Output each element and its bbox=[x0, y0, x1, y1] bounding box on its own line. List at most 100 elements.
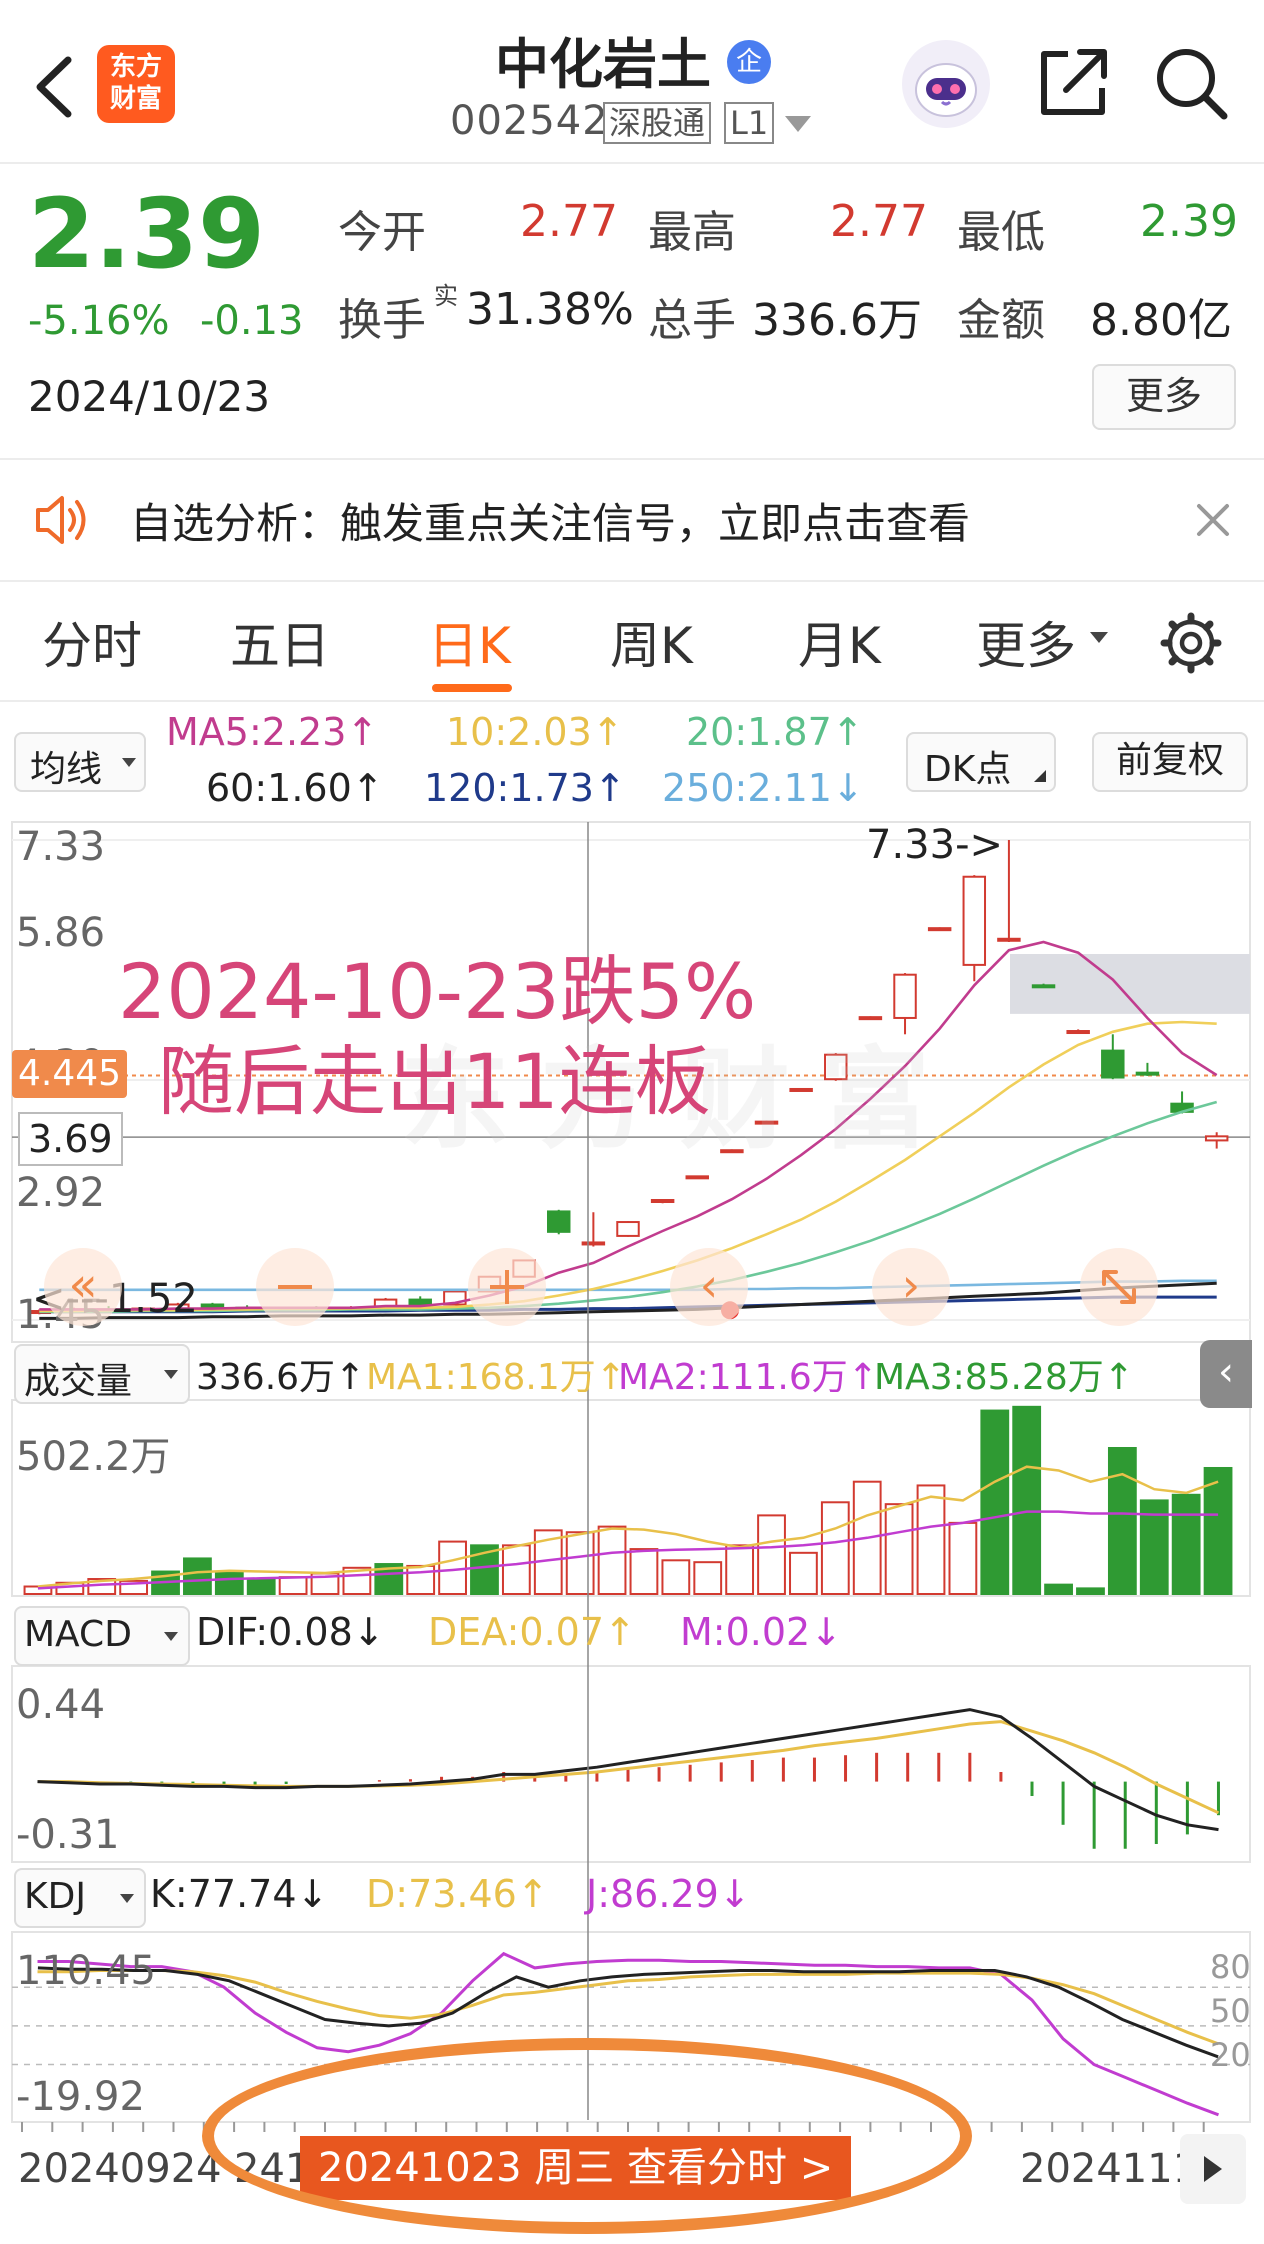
adjust-button[interactable]: 前复权 bbox=[1092, 732, 1248, 792]
turnover-label: 换手 bbox=[338, 295, 426, 346]
candle-body bbox=[581, 1241, 606, 1246]
change-pct: -5.16% bbox=[28, 298, 170, 344]
kdj-level-80: 80 bbox=[1210, 1948, 1251, 1986]
quote-date: 2024/10/23 bbox=[28, 372, 271, 421]
volume-value: 336.6万 bbox=[752, 295, 922, 346]
volume-bar bbox=[789, 1551, 818, 1595]
amount-value: 8.80亿 bbox=[1090, 295, 1232, 346]
macd-m: M:0.02↓ bbox=[680, 1610, 843, 1654]
ma-selector[interactable]: 均线 bbox=[14, 732, 146, 792]
tab-weekly-k[interactable]: 周K bbox=[610, 606, 693, 678]
tab-daily-k[interactable]: 日K bbox=[428, 606, 511, 678]
candle-body bbox=[547, 1210, 571, 1233]
change-value: -0.13 bbox=[200, 298, 304, 344]
open-label: 今开 bbox=[338, 207, 426, 258]
annotation-line-2: 随后走出11连板 bbox=[158, 1037, 711, 1126]
volume-selector[interactable]: 成交量 bbox=[14, 1344, 190, 1404]
high-marker: 7.33-> bbox=[866, 822, 1004, 868]
volume-bar bbox=[214, 1570, 244, 1595]
search-icon[interactable] bbox=[1152, 44, 1232, 124]
ma10-value: 10:2.03↑ bbox=[446, 710, 624, 754]
volume-bar bbox=[565, 1531, 595, 1595]
kline-y-2: 5.86 bbox=[16, 910, 106, 956]
kline-y-top: 7.33 bbox=[16, 824, 106, 870]
candle-body bbox=[1066, 1030, 1090, 1035]
low-label: 最低 bbox=[957, 207, 1045, 258]
macd-dea: DEA:0.07↑ bbox=[428, 1610, 636, 1654]
current-price-tag: 4.445 bbox=[12, 1050, 128, 1098]
volume-bar bbox=[1076, 1587, 1105, 1595]
close-icon[interactable] bbox=[1193, 500, 1233, 540]
volume-bar bbox=[1044, 1583, 1073, 1595]
candle-body bbox=[997, 937, 1021, 942]
open-value: 2.77 bbox=[520, 196, 618, 247]
volume-bar bbox=[278, 1576, 308, 1595]
kdj-y-bottom: -19.92 bbox=[16, 2074, 145, 2120]
scroll-left-button[interactable]: ‹ bbox=[670, 1248, 748, 1326]
volume-bar bbox=[501, 1544, 531, 1595]
next-page-button[interactable] bbox=[1180, 2134, 1246, 2204]
turnover-value: 31.38% bbox=[466, 284, 634, 335]
candle-body bbox=[408, 1298, 432, 1306]
volume-y-label: 502.2万 bbox=[16, 1434, 171, 1480]
turnover-superscript: 实 bbox=[434, 282, 458, 310]
stock-code: 002542 bbox=[450, 98, 609, 144]
dropdown-arrow-icon[interactable] bbox=[785, 116, 811, 132]
candle-body bbox=[1135, 1071, 1160, 1076]
macd-selector[interactable]: MACD bbox=[14, 1606, 190, 1666]
collapse-panel-button[interactable]: ‹ bbox=[1200, 1340, 1252, 1408]
volume-bar bbox=[820, 1501, 850, 1596]
ma-selector-arrow-icon bbox=[122, 758, 136, 767]
speaker-icon bbox=[32, 492, 92, 548]
candle-body bbox=[1031, 984, 1056, 989]
kdj-selector-label: KDJ bbox=[24, 1876, 86, 1917]
zoom-out-button[interactable] bbox=[256, 1248, 334, 1326]
volume-bar bbox=[948, 1521, 978, 1596]
settings-gear-icon[interactable] bbox=[1160, 612, 1222, 674]
volume-bar bbox=[661, 1559, 691, 1595]
candle-body bbox=[1101, 1049, 1125, 1079]
macd-y-bottom: -0.31 bbox=[16, 1812, 120, 1858]
app-logo[interactable]: 东方 财富 bbox=[97, 45, 175, 123]
tab-intraday[interactable]: 分时 bbox=[42, 606, 142, 678]
date-axis-left: 20240924 bbox=[18, 2146, 222, 2192]
ma-selector-label: 均线 bbox=[30, 749, 103, 790]
highlight-ellipse bbox=[202, 2038, 972, 2234]
minus-icon bbox=[278, 1285, 312, 1289]
volume-bar bbox=[1203, 1466, 1233, 1596]
dk-point-label: DK点 bbox=[924, 749, 1012, 790]
fullscreen-icon[interactable] bbox=[1080, 1248, 1158, 1326]
dk-point-button[interactable]: DK点 bbox=[906, 732, 1056, 792]
tab-more[interactable]: 更多 bbox=[976, 606, 1076, 678]
tab-five-day[interactable]: 五日 bbox=[230, 606, 330, 678]
volume-bar bbox=[406, 1564, 436, 1595]
tag-level: L1 bbox=[724, 102, 775, 144]
candle-body bbox=[685, 1175, 709, 1180]
high-label: 最高 bbox=[648, 207, 736, 258]
scroll-left-fast-button[interactable]: « bbox=[44, 1248, 122, 1326]
dea-line bbox=[37, 1720, 1220, 1815]
macd-dif: DIF:0.08↓ bbox=[196, 1610, 385, 1654]
candle-body bbox=[962, 875, 987, 966]
robot-assistant-icon[interactable] bbox=[902, 40, 990, 128]
back-icon[interactable] bbox=[30, 52, 80, 122]
volume-bar bbox=[629, 1548, 659, 1595]
corner-arrow-icon bbox=[1034, 770, 1046, 782]
tab-monthly-k[interactable]: 月K bbox=[798, 606, 881, 678]
volume-ma3: MA3:85.28万↑ bbox=[874, 1357, 1134, 1398]
zoom-in-button[interactable] bbox=[468, 1248, 546, 1326]
volume-bar bbox=[246, 1578, 276, 1595]
ma250-line bbox=[39, 1279, 1217, 1292]
last-price: 2.39 bbox=[28, 178, 265, 290]
volume-bar bbox=[183, 1557, 212, 1595]
more-quote-button[interactable]: 更多 bbox=[1092, 364, 1236, 430]
kdj-selector[interactable]: KDJ bbox=[14, 1868, 146, 1928]
candle-body bbox=[650, 1199, 675, 1203]
notice-text: 自选分析：触发重点关注信号，立即点击查看 bbox=[130, 499, 971, 548]
candle-body bbox=[1204, 1135, 1229, 1142]
supply-zone bbox=[1010, 954, 1250, 1014]
share-icon[interactable] bbox=[1036, 44, 1112, 120]
candle-body bbox=[616, 1221, 640, 1237]
notice-bar[interactable]: 自选分析：触发重点关注信号，立即点击查看 bbox=[0, 460, 1264, 580]
scroll-right-button[interactable]: › bbox=[872, 1248, 950, 1326]
